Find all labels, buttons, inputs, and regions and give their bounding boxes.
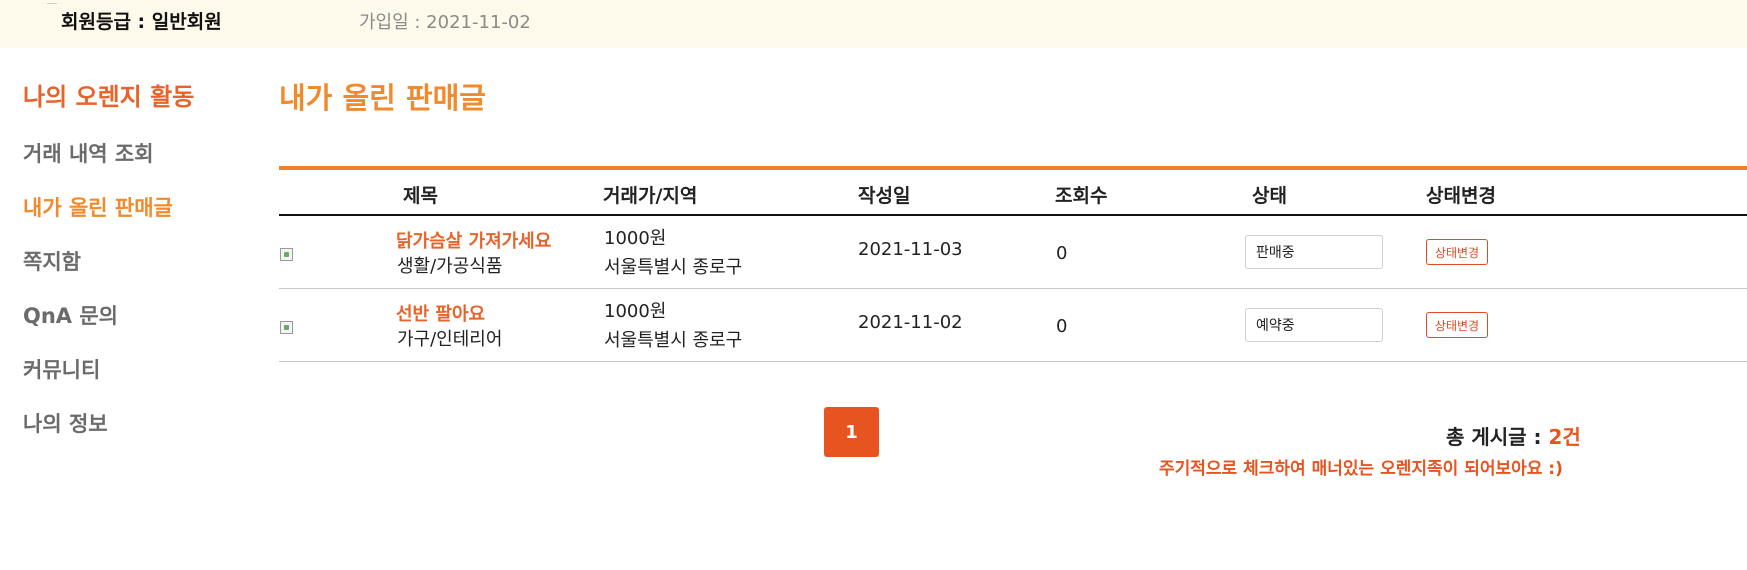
join-date: 가입일 : 2021-11-02 [359, 12, 531, 33]
total-posts: 총 게시글 : 2건 [1446, 421, 1581, 450]
page-title: 내가 올린 판매글 [279, 81, 486, 115]
post-title-link[interactable]: 닭가슴살 가져가세요 [396, 227, 551, 253]
post-region: 서울특별시 종로구 [604, 330, 743, 351]
divider [47, 3, 57, 4]
column-header-status-change: 상태변경 [1426, 185, 1496, 207]
row-divider [279, 361, 1747, 362]
post-title-link[interactable]: 선반 팔아요 [396, 300, 485, 326]
sidebar-item-community[interactable]: 커뮤니티 [23, 354, 100, 384]
sidebar-item-messages[interactable]: 쪽지함 [23, 246, 81, 276]
sidebar-item-my-posts[interactable]: 내가 올린 판매글 [23, 192, 173, 222]
member-grade: 회원등급 : 일반회원 [61, 11, 222, 33]
change-status-button[interactable]: 상태변경 [1426, 239, 1488, 265]
status-field[interactable] [1245, 308, 1383, 342]
sidebar-title: 나의 오렌지 활동 [23, 83, 195, 111]
table-top-border [279, 166, 1747, 170]
post-views: 0 [1056, 316, 1068, 337]
column-header-status: 상태 [1252, 185, 1287, 207]
table-header-divider [279, 214, 1747, 216]
post-date: 2021-11-02 [858, 312, 963, 333]
page-button-current[interactable]: 1 [824, 407, 879, 457]
total-posts-count: 2건 [1548, 425, 1581, 449]
post-category: 가구/인테리어 [397, 329, 503, 350]
post-region: 서울특별시 종로구 [604, 257, 743, 278]
post-price: 1000원 [604, 301, 667, 322]
broken-image-icon[interactable] [280, 321, 293, 334]
column-header-views: 조회수 [1055, 185, 1108, 207]
status-field[interactable] [1245, 235, 1383, 269]
manner-notice: 주기적으로 체크하여 매너있는 오렌지족이 되어보아요 :) [1159, 459, 1563, 479]
post-views: 0 [1056, 243, 1068, 264]
sidebar-item-transactions[interactable]: 거래 내역 조회 [23, 138, 154, 168]
column-header-price-region: 거래가/지역 [603, 185, 698, 207]
post-date: 2021-11-03 [858, 239, 963, 260]
post-category: 생활/가공식품 [397, 256, 503, 277]
sidebar-item-qna[interactable]: QnA 문의 [23, 300, 118, 330]
member-info-bar: 회원등급 : 일반회원 가입일 : 2021-11-02 [0, 0, 1747, 48]
total-posts-label: 총 게시글 : [1446, 425, 1549, 449]
column-header-title: 제목 [403, 185, 438, 207]
sidebar-item-my-info[interactable]: 나의 정보 [23, 408, 108, 438]
change-status-button[interactable]: 상태변경 [1426, 312, 1488, 338]
broken-image-icon[interactable] [280, 248, 293, 261]
row-divider [279, 288, 1747, 289]
post-price: 1000원 [604, 228, 667, 249]
column-header-date: 작성일 [858, 185, 911, 207]
